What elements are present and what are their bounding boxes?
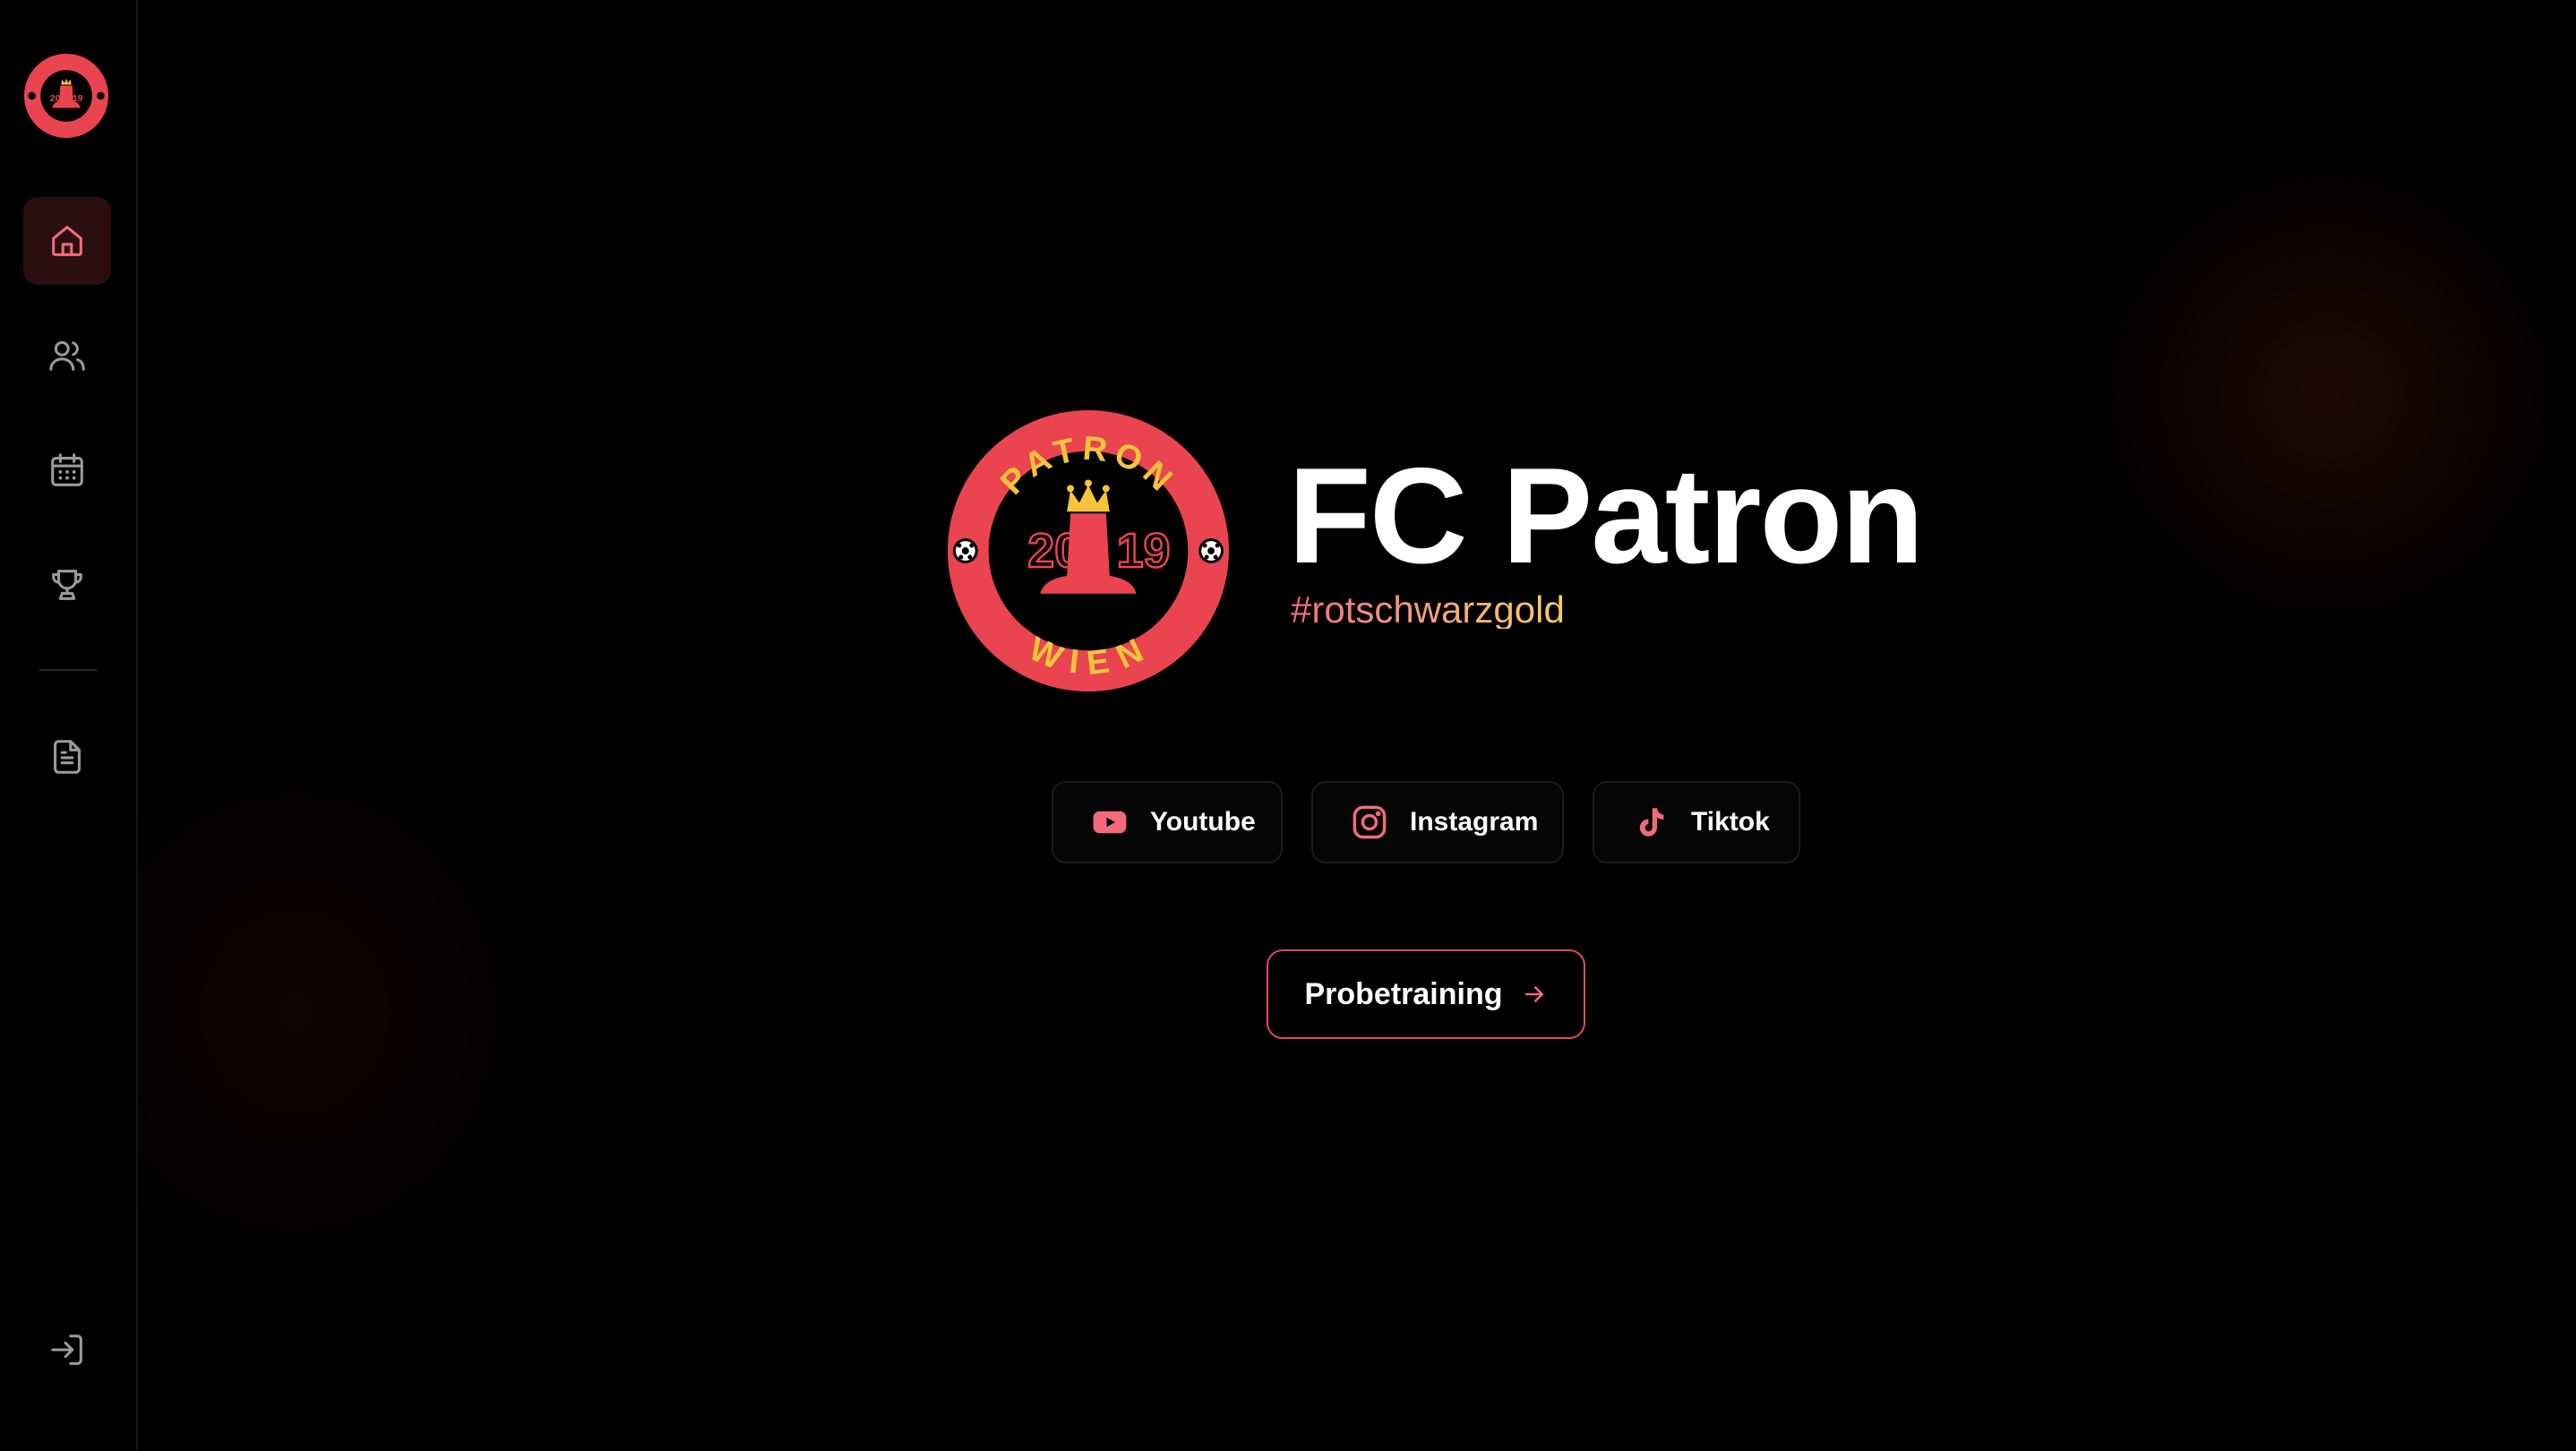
svg-text:20: 20 bbox=[50, 93, 61, 104]
probetraining-button[interactable]: Probetraining bbox=[1267, 949, 1585, 1039]
youtube-icon bbox=[1091, 803, 1129, 841]
sidebar-logo[interactable]: 20 19 bbox=[23, 53, 109, 139]
hero-club-logo: PATRON WIEN 20 19 bbox=[946, 408, 1231, 693]
instagram-icon bbox=[1351, 803, 1388, 841]
youtube-label: Youtube bbox=[1150, 807, 1256, 837]
instagram-button[interactable]: Instagram bbox=[1311, 781, 1564, 863]
sidebar-item-home[interactable] bbox=[23, 197, 111, 285]
sidebar-item-calendar[interactable] bbox=[23, 426, 111, 514]
arrow-right-icon bbox=[1521, 981, 1548, 1008]
main-content: PATRON WIEN 20 19 FC Patron #rotschwarzg… bbox=[140, 0, 2576, 1451]
sidebar: 20 19 bbox=[0, 0, 138, 1451]
sidebar-item-login[interactable] bbox=[23, 1306, 111, 1394]
page-title: FC Patron bbox=[1288, 440, 1924, 592]
tiktok-button[interactable]: Tiktok bbox=[1593, 781, 1800, 863]
club-crest-icon: PATRON WIEN 20 19 bbox=[947, 409, 1230, 692]
instagram-label: Instagram bbox=[1410, 807, 1539, 837]
soccer-ball-icon bbox=[952, 538, 978, 563]
sidebar-divider bbox=[39, 669, 97, 671]
tiktok-icon bbox=[1632, 803, 1670, 841]
logo-year-left: 20 bbox=[1027, 524, 1081, 578]
sidebar-item-team[interactable] bbox=[23, 312, 111, 399]
home-icon bbox=[52, 226, 82, 256]
soccer-ball-icon bbox=[1198, 538, 1224, 563]
club-crest-icon: 20 19 bbox=[23, 53, 109, 139]
tiktok-label: Tiktok bbox=[1691, 807, 1770, 837]
sidebar-item-trophies[interactable] bbox=[23, 541, 111, 629]
document-icon bbox=[54, 740, 81, 774]
sidebar-item-documents[interactable] bbox=[23, 713, 111, 801]
svg-text:19: 19 bbox=[73, 93, 83, 104]
tagline: #rotschwarzgold bbox=[1291, 588, 1565, 631]
calendar-icon bbox=[51, 453, 83, 486]
login-icon bbox=[51, 1335, 82, 1365]
youtube-button[interactable]: Youtube bbox=[1052, 781, 1283, 863]
logo-year-right: 19 bbox=[1117, 524, 1171, 578]
trophy-icon bbox=[52, 570, 82, 600]
probetraining-label: Probetraining bbox=[1304, 976, 1503, 1011]
users-icon bbox=[49, 340, 85, 371]
